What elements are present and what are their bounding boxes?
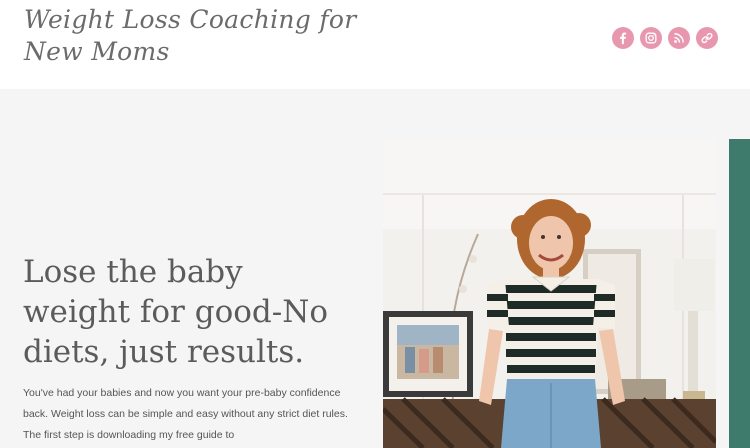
hero-photo — [383, 139, 716, 448]
facebook-icon — [620, 32, 627, 45]
teal-accent-panel — [729, 139, 750, 448]
rss-icon — [674, 33, 684, 43]
rss-link[interactable] — [668, 27, 690, 49]
facebook-link[interactable] — [612, 27, 634, 49]
site-title[interactable]: Weight Loss Coaching for New Moms — [24, 4, 384, 68]
site-header: Weight Loss Coaching for New Moms — [0, 0, 750, 89]
coach-photo-illustration — [383, 139, 716, 448]
social-links — [612, 27, 718, 49]
instagram-link[interactable] — [640, 27, 662, 49]
hero-headline: Lose the baby weight for good-No diets, … — [23, 254, 329, 370]
link-icon — [701, 32, 713, 44]
instagram-icon — [645, 32, 657, 44]
website-link[interactable] — [696, 27, 718, 49]
hero-section: Lose the baby weight for good-No diets, … — [0, 89, 750, 448]
hero-intro-text: You've had your babies and now you want … — [23, 387, 348, 441]
